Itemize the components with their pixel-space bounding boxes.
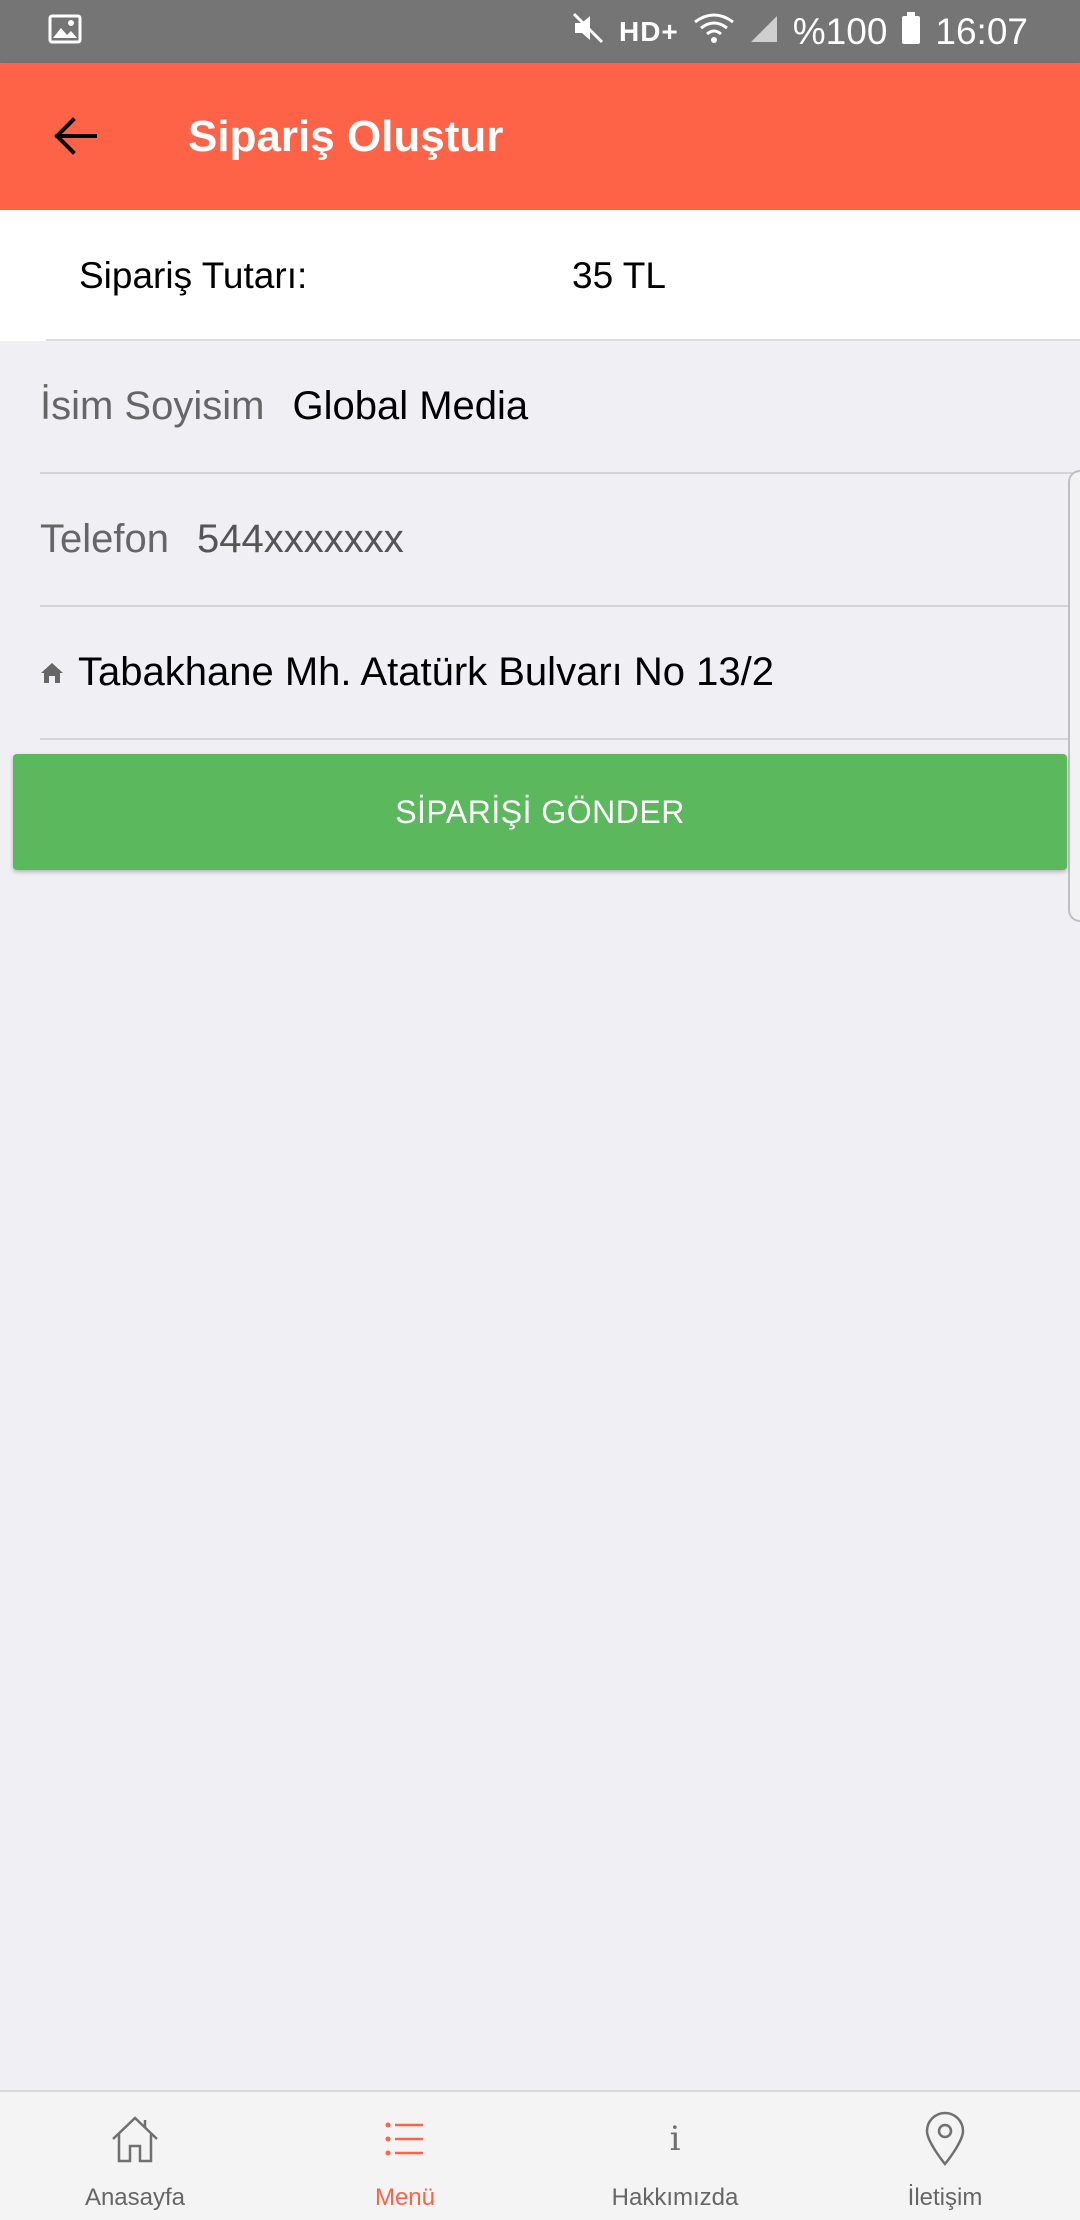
order-total-section: Sipariş Tutarı: 35 TL [0,210,1080,341]
edge-panel-handle[interactable] [1068,470,1080,922]
address-field[interactable]: Tabakhane Mh. Atatürk Bulvarı No 13/2 [40,607,1080,740]
battery-icon [901,11,921,53]
submit-order-button[interactable]: SİPARİŞİ GÖNDER [13,754,1067,870]
home-icon [109,2110,161,2168]
phone-input[interactable]: 544xxxxxxx [197,517,404,562]
hd-indicator: HD+ [618,15,679,47]
nav-label-menu: Menü [374,2184,436,2211]
arrow-left-icon [54,117,97,155]
home-icon [40,660,64,686]
address-input[interactable]: Tabakhane Mh. Atatürk Bulvarı No 13/2 [78,650,774,695]
nav-label-about: Hakkımızda [611,2184,739,2211]
signal-icon [749,11,779,53]
back-button[interactable] [40,101,110,171]
page-title: Sipariş Oluştur [188,111,504,161]
name-field[interactable]: İsim Soyisim Global Media [40,341,1080,474]
mute-icon [571,11,605,53]
nav-label-contact: İletişim [907,2184,983,2211]
order-total-label: Sipariş Tutarı: [79,254,308,296]
nav-item-about[interactable]: i Hakkımızda [540,2092,810,2220]
image-notification-icon [48,14,82,49]
phone-field[interactable]: Telefon 544xxxxxxx [40,474,1080,607]
bottom-nav: Anasayfa Menü i Hakkımızda İletişim [0,2090,1080,2220]
info-icon: i [669,2119,681,2159]
nav-item-home[interactable]: Anasayfa [0,2092,270,2220]
name-label: İsim Soyisim [40,384,265,428]
clock: 16:07 [935,10,1028,52]
list-icon [385,2110,425,2168]
nav-item-contact[interactable]: İletişim [810,2092,1080,2220]
app-bar: Sipariş Oluştur [0,63,1080,210]
nav-item-menu[interactable]: Menü [270,2092,540,2220]
wifi-icon [693,11,735,53]
location-pin-icon [924,2110,966,2168]
battery-text: %100 [792,10,888,52]
nav-label-home: Anasayfa [84,2184,186,2211]
name-input[interactable]: Global Media [292,384,528,429]
status-bar: HD+ %100 16:07 [0,0,1080,63]
order-total-value: 35 TL [572,254,666,296]
phone-label: Telefon [40,517,169,561]
